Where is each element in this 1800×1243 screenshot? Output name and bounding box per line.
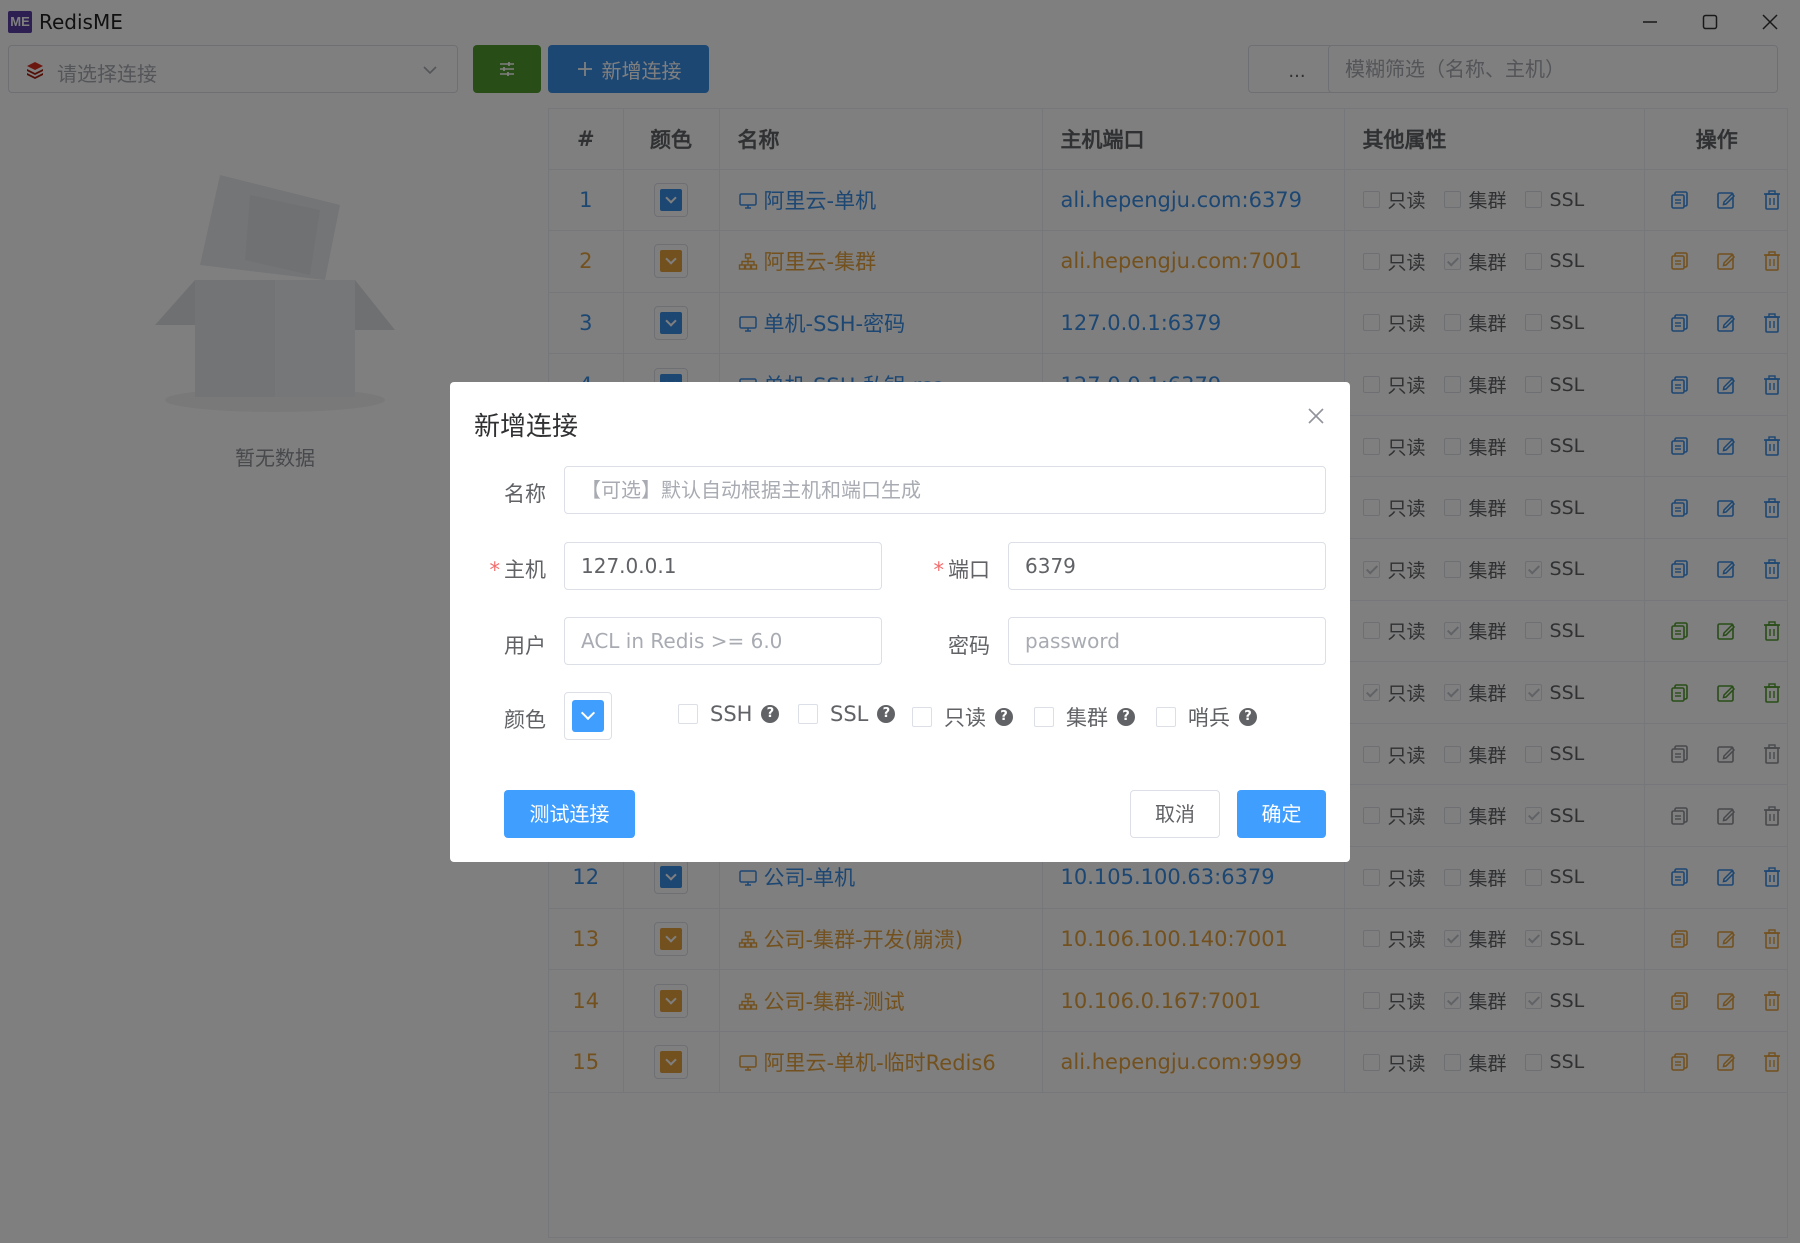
port-input[interactable]	[1008, 542, 1326, 590]
ssh-checkbox[interactable]	[678, 704, 698, 724]
user-label: 用户	[504, 634, 546, 658]
sentinel-label: 哨兵	[1188, 706, 1230, 730]
host-label: * 主机	[489, 558, 547, 582]
option-cluster[interactable]: 集群?	[1034, 702, 1135, 732]
option-sentinel[interactable]: 哨兵?	[1156, 702, 1257, 732]
help-icon[interactable]: ?	[995, 708, 1013, 726]
cluster-label: 集群	[1066, 706, 1108, 730]
cluster-checkbox[interactable]	[1034, 707, 1054, 727]
new-connection-dialog: 新增连接 名称 *主机 *端口 用户 密码 颜色 SSH?SSL?只读?集群?哨…	[450, 382, 1350, 862]
option-ssh[interactable]: SSH?	[678, 702, 780, 726]
ssl-checkbox[interactable]	[798, 704, 818, 724]
sentinel-checkbox[interactable]	[1156, 707, 1176, 727]
name-input[interactable]	[564, 466, 1326, 514]
option-ssl[interactable]: SSL?	[798, 702, 896, 726]
host-input[interactable]	[564, 542, 882, 590]
color-label: 颜色	[504, 708, 546, 732]
ssl-label: SSL	[830, 702, 869, 726]
confirm-button[interactable]: 确定	[1237, 790, 1326, 838]
option-readonly[interactable]: 只读?	[912, 702, 1013, 732]
color-swatch	[572, 700, 604, 732]
port-label: * 端口	[933, 558, 991, 582]
user-input[interactable]	[564, 617, 882, 665]
cancel-button[interactable]: 取消	[1130, 790, 1220, 838]
name-label: 名称	[504, 482, 546, 506]
help-icon[interactable]: ?	[761, 705, 780, 723]
help-icon[interactable]: ?	[877, 705, 896, 723]
test-connection-button[interactable]: 测试连接	[504, 790, 635, 838]
help-icon[interactable]: ?	[1117, 708, 1135, 726]
help-icon[interactable]: ?	[1239, 708, 1257, 726]
password-label: 密码	[948, 634, 990, 658]
dialog-title: 新增连接	[474, 412, 579, 442]
dialog-close-icon[interactable]	[1306, 406, 1326, 426]
readonly-checkbox[interactable]	[912, 707, 932, 727]
ssh-label: SSH	[710, 702, 753, 726]
readonly-label: 只读	[944, 706, 986, 730]
password-input[interactable]	[1008, 617, 1326, 665]
color-picker[interactable]	[564, 692, 612, 740]
